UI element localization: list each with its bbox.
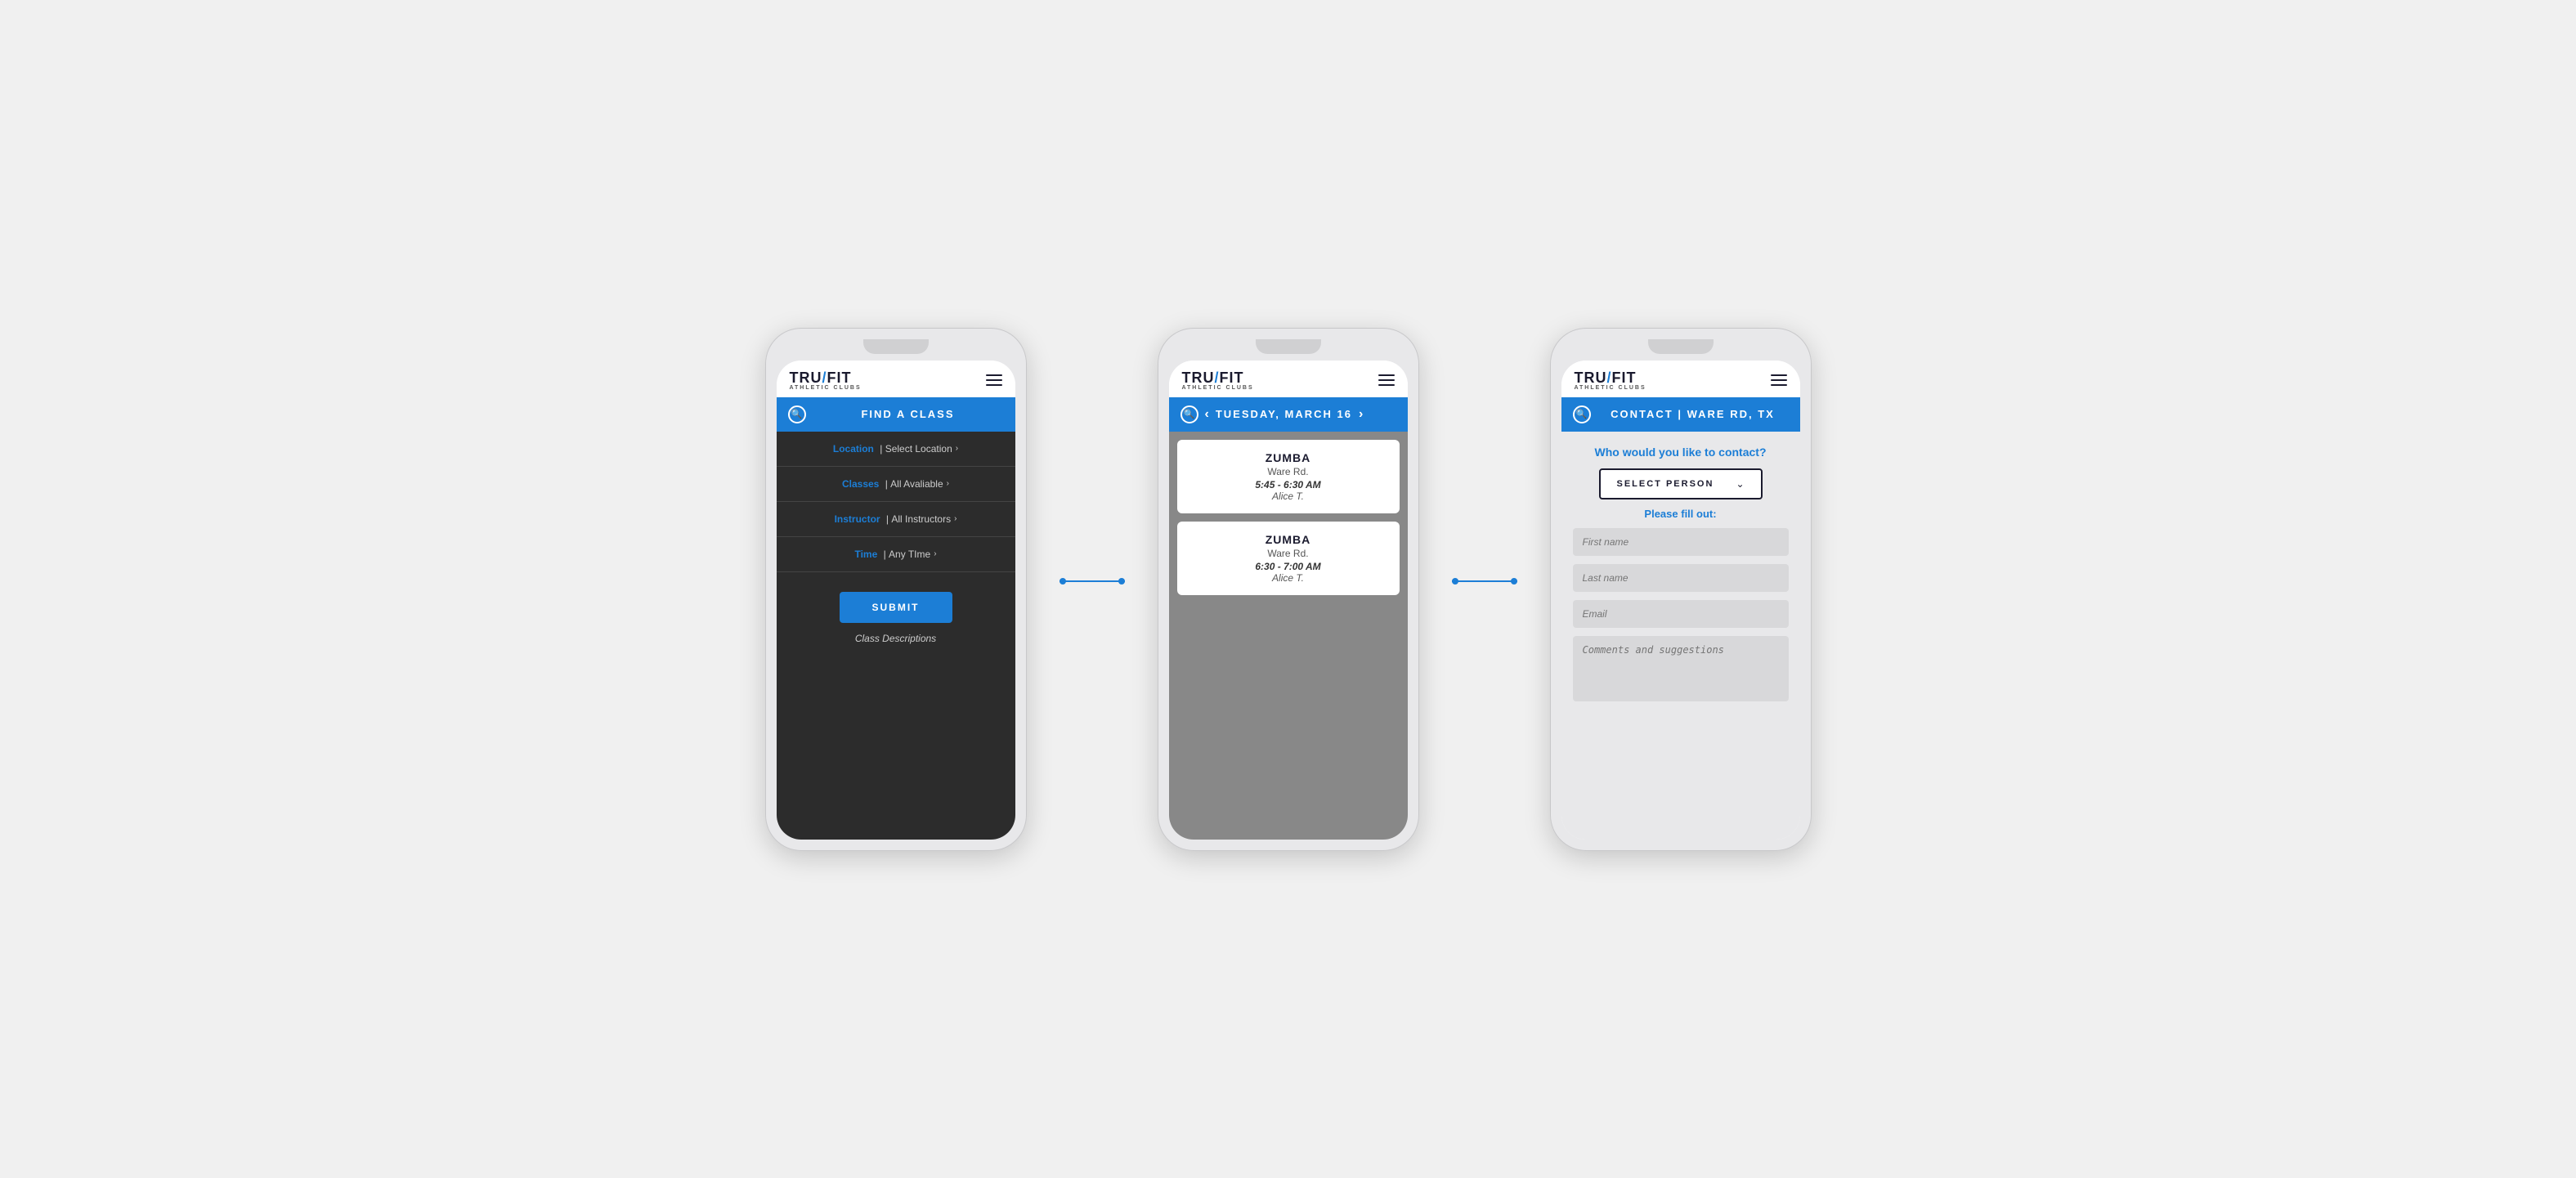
submit-button[interactable]: SUBMIT	[840, 592, 952, 623]
filter-classes-label: Classes	[842, 478, 879, 490]
filter-instructor-value: | All Instructors	[884, 513, 951, 525]
logo-main-1: TRU/FIT	[790, 370, 852, 385]
filter-classes[interactable]: Classes | All Avaliable ›	[777, 467, 1015, 502]
app-header-3: TRU/FIT ATHLETIC CLUBS	[1561, 361, 1800, 397]
logo-main-3: TRU/FIT	[1575, 370, 1637, 385]
class-card-1-time: 5:45 - 6:30 AM	[1189, 479, 1388, 490]
find-class-title: FIND A CLASS	[813, 408, 1004, 420]
search-icon-1: 🔍	[788, 405, 806, 423]
filter-instructor-label: Instructor	[835, 513, 880, 525]
phone-notch-1	[863, 339, 929, 354]
hamburger-menu-3[interactable]	[1771, 374, 1787, 386]
filter-time-label: Time	[854, 549, 877, 560]
find-class-header: 🔍 FIND A CLASS	[777, 397, 1015, 432]
contact-question-label: Who would you like to contact?	[1573, 445, 1789, 461]
logo-sub-1: ATHLETIC CLUBS	[790, 385, 862, 391]
next-day-button[interactable]: ›	[1359, 407, 1363, 422]
logo-main-2: TRU/FIT	[1182, 370, 1244, 385]
class-card-1-title: ZUMBA	[1189, 451, 1388, 464]
class-card-1[interactable]: ZUMBA Ware Rd. 5:45 - 6:30 AM Alice T.	[1177, 440, 1400, 513]
phone-screen-1: TRU/FIT ATHLETIC CLUBS 🔍 FIND A CLASS L	[777, 361, 1015, 840]
connector-1	[1060, 580, 1125, 582]
class-card-1-location: Ware Rd.	[1189, 466, 1388, 477]
logo-sub-2: ATHLETIC CLUBS	[1182, 385, 1254, 391]
connector-2	[1452, 580, 1517, 582]
filter-classes-arrow: ›	[947, 479, 949, 488]
select-person-label: SELECT PERSON	[1617, 479, 1714, 489]
class-card-2-time: 6:30 - 7:00 AM	[1189, 561, 1388, 572]
phone-3: TRU/FIT ATHLETIC CLUBS 🔍 CONTACT | WARE …	[1550, 328, 1812, 851]
app-header-1: TRU/FIT ATHLETIC CLUBS	[777, 361, 1015, 397]
email-input[interactable]	[1573, 600, 1789, 628]
class-card-2-location: Ware Rd.	[1189, 548, 1388, 559]
please-fill-label: Please fill out:	[1573, 508, 1789, 520]
filter-instructor[interactable]: Instructor | All Instructors ›	[777, 502, 1015, 537]
contact-header-title: CONTACT | WARE RD, TX	[1597, 408, 1789, 420]
phone-notch-2	[1256, 339, 1321, 354]
filter-location-value: | Select Location	[877, 443, 952, 455]
logo-2: TRU/FIT ATHLETIC CLUBS	[1182, 370, 1254, 391]
logo-1: TRU/FIT ATHLETIC CLUBS	[790, 370, 862, 391]
hamburger-menu-2[interactable]	[1378, 374, 1395, 386]
filter-location-arrow: ›	[956, 444, 958, 453]
class-card-2[interactable]: ZUMBA Ware Rd. 6:30 - 7:00 AM Alice T.	[1177, 522, 1400, 595]
search-icon-2: 🔍	[1180, 405, 1198, 423]
schedule-header: 🔍 ‹ TUESDAY, MARCH 16 ›	[1169, 397, 1408, 432]
select-person-button[interactable]: SELECT PERSON ⌄	[1599, 468, 1763, 499]
filter-instructor-arrow: ›	[954, 514, 956, 523]
class-card-2-instructor: Alice T.	[1189, 572, 1388, 584]
select-chevron-icon: ⌄	[1736, 478, 1744, 490]
logo-sub-3: ATHLETIC CLUBS	[1575, 385, 1646, 391]
class-card-1-instructor: Alice T.	[1189, 490, 1388, 502]
filter-location[interactable]: Location | Select Location ›	[777, 432, 1015, 467]
scene: TRU/FIT ATHLETIC CLUBS 🔍 FIND A CLASS L	[732, 295, 1844, 884]
logo-3: TRU/FIT ATHLETIC CLUBS	[1575, 370, 1646, 391]
phone-1: TRU/FIT ATHLETIC CLUBS 🔍 FIND A CLASS L	[765, 328, 1027, 851]
last-name-input[interactable]	[1573, 564, 1789, 592]
phone-notch-3	[1648, 339, 1714, 354]
search-icon-3: 🔍	[1573, 405, 1591, 423]
class-card-2-title: ZUMBA	[1189, 533, 1388, 546]
current-date-label: TUESDAY, MARCH 16	[1216, 408, 1352, 420]
contact-body: Who would you like to contact? SELECT PE…	[1561, 432, 1800, 840]
hamburger-menu-1[interactable]	[986, 374, 1002, 386]
first-name-input[interactable]	[1573, 528, 1789, 556]
app-header-2: TRU/FIT ATHLETIC CLUBS	[1169, 361, 1408, 397]
phone-screen-2: TRU/FIT ATHLETIC CLUBS 🔍 ‹ TUESDAY, MARC…	[1169, 361, 1408, 840]
filter-location-label: Location	[833, 443, 874, 455]
class-descriptions-link[interactable]: Class Descriptions	[777, 633, 1015, 661]
filter-time[interactable]: Time | Any TIme ›	[777, 537, 1015, 572]
filter-classes-value: | All Avaliable	[882, 478, 943, 490]
schedule-body: ZUMBA Ware Rd. 5:45 - 6:30 AM Alice T. Z…	[1169, 432, 1408, 840]
filter-time-value: | Any TIme	[880, 549, 930, 560]
find-class-body: Location | Select Location › Classes | A…	[777, 432, 1015, 840]
contact-header: 🔍 CONTACT | WARE RD, TX	[1561, 397, 1800, 432]
comments-textarea[interactable]	[1573, 636, 1789, 701]
phone-2: TRU/FIT ATHLETIC CLUBS 🔍 ‹ TUESDAY, MARC…	[1158, 328, 1419, 851]
prev-day-button[interactable]: ‹	[1205, 407, 1209, 422]
phone-screen-3: TRU/FIT ATHLETIC CLUBS 🔍 CONTACT | WARE …	[1561, 361, 1800, 840]
filter-time-arrow: ›	[934, 549, 936, 558]
